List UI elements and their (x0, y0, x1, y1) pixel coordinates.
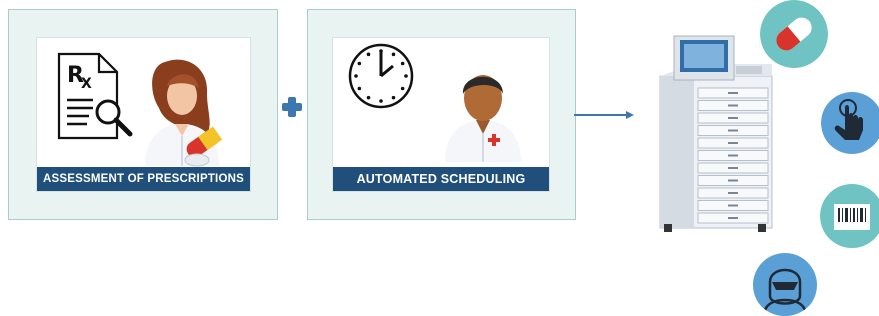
arrow-right-icon (574, 111, 634, 119)
clock-tick (379, 99, 383, 103)
clock-tick (400, 61, 405, 66)
svg-text:X: X (81, 76, 92, 92)
drawer-handle (728, 204, 738, 207)
drawer-handle (728, 154, 738, 157)
barcode-icon (820, 184, 879, 248)
clock-tick (391, 95, 396, 100)
plus-icon (282, 97, 302, 117)
drawer-handle (728, 117, 738, 119)
clock-tick (400, 86, 405, 91)
prescription-document-icon: R X (57, 52, 133, 140)
scheduling-panel: AUTOMATED SCHEDULING (307, 9, 576, 220)
drawer-handle (728, 142, 738, 144)
clock-tick (357, 86, 362, 91)
pill-capsule-bubble (760, 0, 828, 68)
scheduling-card: AUTOMATED SCHEDULING (332, 37, 550, 192)
face-recognition-icon (753, 253, 817, 316)
clock-tick (357, 61, 362, 66)
face-recognition-bubble (752, 252, 818, 316)
touch-hand-icon (821, 92, 879, 154)
clock-icon (348, 43, 414, 109)
doctor-icon (445, 75, 521, 162)
clock-tick (354, 74, 358, 78)
touch-bubble (821, 92, 879, 154)
assessment-label: ASSESSMENT OF PRESCRIPTIONS (37, 167, 250, 191)
drawer-handle (728, 129, 738, 132)
pill-capsule-icon (760, 0, 828, 68)
drawer-handle (728, 92, 738, 94)
drawer-handle (728, 179, 738, 182)
assessment-card: R X ASSESSMENT OF PRESCRIPTIONS (36, 37, 251, 192)
clock-tick (366, 95, 371, 100)
scheduling-label: AUTOMATED SCHEDULING (333, 167, 549, 191)
barcode-bubble (820, 184, 879, 248)
assessment-illustration: R X (57, 52, 223, 167)
drawer-handle (728, 217, 738, 219)
drawer-handle (728, 192, 738, 194)
clock-tick (366, 52, 371, 57)
scheduling-illustration (348, 43, 521, 162)
clock-tick (391, 52, 396, 57)
drawer-handle (728, 167, 738, 169)
assessment-panel: R X ASSESSMENT OF PRESCRIPTIONS (8, 9, 278, 220)
drawer-handle (728, 104, 738, 107)
pharmacist-icon (145, 59, 223, 167)
clock-tick (404, 74, 408, 78)
